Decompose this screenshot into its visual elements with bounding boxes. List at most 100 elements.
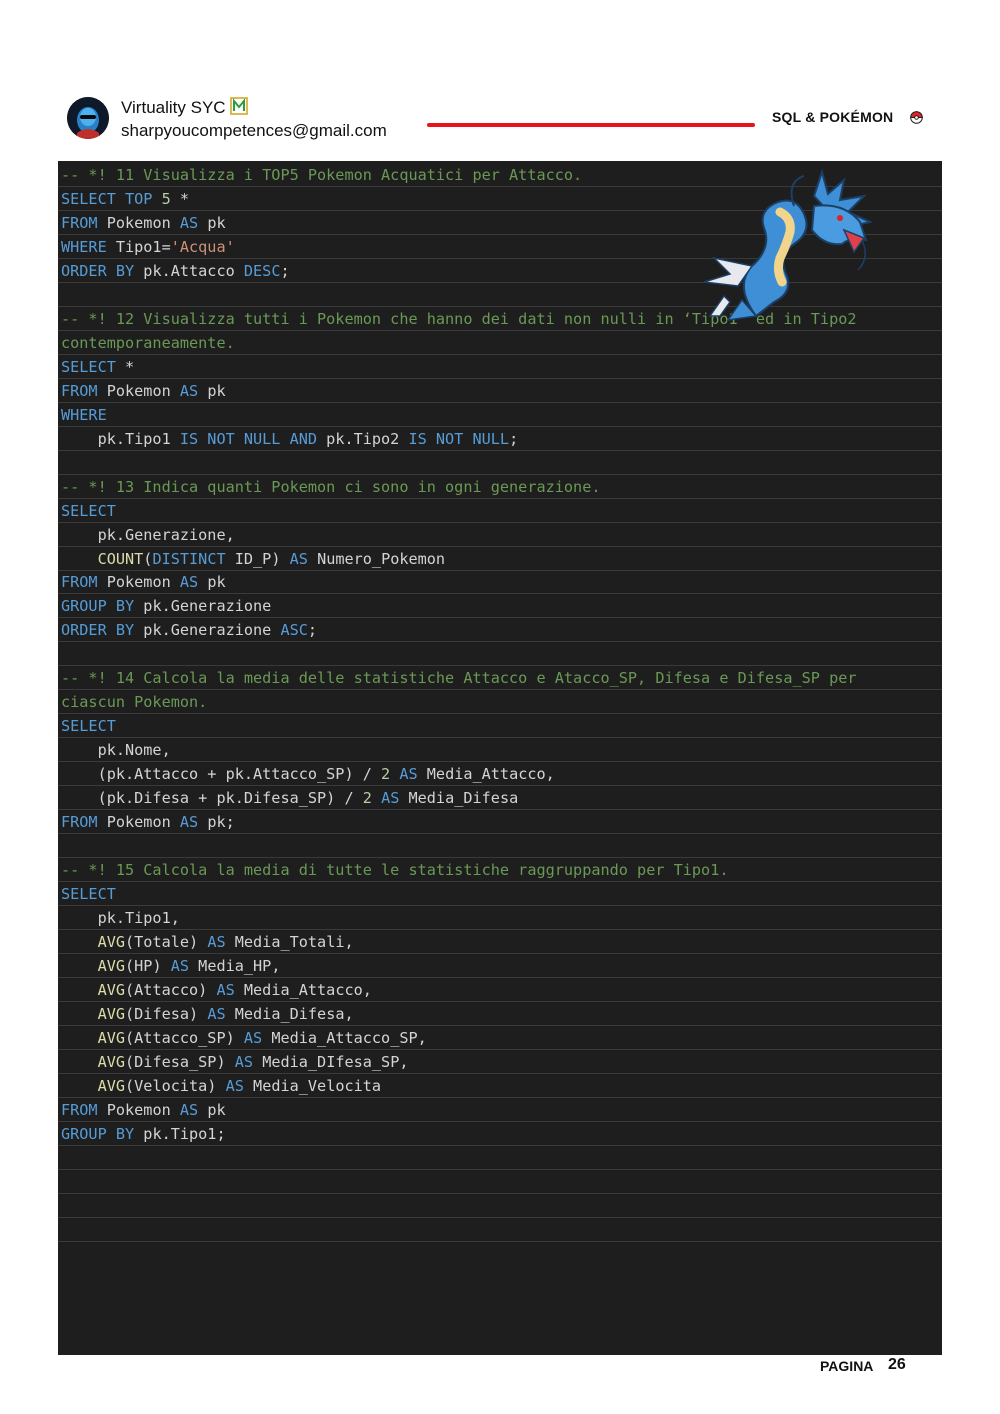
header-divider (427, 123, 755, 127)
code-token: AVG (97, 1028, 126, 1047)
code-token: FROM (61, 813, 98, 832)
code-line: pk.Nome, (58, 738, 942, 763)
code-token: AS (289, 549, 308, 568)
code-line: contemporaneamente. (58, 331, 942, 355)
code-token: AVG (97, 933, 126, 952)
code-line: -- *! 13 Indica quanti Pokemon ci sono i… (58, 475, 942, 499)
code-token: AS (179, 813, 199, 832)
code-token: Media_Difesa (399, 789, 519, 808)
page-label: PAGINA (820, 1358, 874, 1374)
code-token: SELECT (61, 885, 116, 904)
code-token: * (115, 357, 135, 376)
code-line: GROUP BY pk.Tipo1; (58, 1122, 942, 1146)
code-line-empty (58, 1194, 942, 1218)
code-token: SELECT TOP (61, 189, 153, 208)
code-token: -- *! 11 Visualizza i TOP5 Pokemon Acqua… (61, 166, 583, 184)
code-line: (pk.Difesa + pk.Difesa_SP) / 2 AS Media_… (58, 786, 942, 811)
code-token: FROM (61, 213, 98, 232)
code-token: pk.Tipo1, (61, 909, 180, 928)
code-token: Media_Difesa, (225, 1004, 354, 1023)
code-token: ciascun Pokemon. (61, 693, 208, 712)
code-token: AS (170, 957, 190, 975)
code-line-empty (58, 1218, 942, 1242)
code-token: pk (198, 573, 226, 592)
pokeball-icon (910, 111, 923, 129)
code-token: AS (179, 573, 199, 592)
code-token: SELECT (61, 357, 116, 376)
code-token: (Difesa) (125, 1004, 208, 1023)
code-line: SELECT (58, 882, 942, 907)
code-token: FROM (61, 381, 98, 400)
code-token: AVG (97, 1004, 126, 1023)
code-token: Pokemon (97, 573, 180, 592)
code-token: IS NOT NULL AND (179, 429, 318, 448)
document-title: SQL & POKÉMON (772, 109, 894, 125)
code-token: (Difesa_SP) (125, 1052, 235, 1071)
contact-email: sharpyoucompetences@gmail.com (121, 121, 387, 140)
code-line: (pk.Attacco + pk.Attacco_SP) / 2 AS Medi… (58, 762, 942, 787)
code-line: SELECT (58, 499, 942, 523)
code-token: ; (509, 429, 519, 448)
code-token: pk.Attacco (134, 261, 244, 280)
code-line: pk.Tipo1 IS NOT NULL AND pk.Tipo2 IS NOT… (58, 427, 942, 451)
code-token: Media_HP, (189, 957, 281, 975)
code-token: AS (399, 765, 418, 784)
code-block: -- *! 11 Visualizza i TOP5 Pokemon Acqua… (58, 161, 942, 1355)
code-token: 2 (362, 789, 372, 808)
code-line: WHERE (58, 403, 942, 427)
code-token: FROM (61, 573, 98, 592)
code-token: pk (198, 381, 226, 400)
code-token: (Attacco_SP) (125, 1028, 244, 1047)
code-line-empty (58, 642, 942, 667)
code-token: SELECT (61, 717, 116, 736)
code-token: AS (207, 933, 226, 952)
code-token: ORDER BY (61, 621, 135, 640)
code-token: -- *! 13 Indica quanti Pokemon ci sono i… (61, 477, 601, 496)
code-token: Media_Attacco, (234, 980, 372, 999)
code-line: AVG(Attacco_SP) AS Media_Attacco_SP, (58, 1026, 942, 1050)
code-token: pk.Nome, (61, 741, 171, 760)
code-token: (HP) (125, 957, 171, 975)
code-token: Tipo1= (106, 237, 171, 256)
code-token: Media_DIfesa_SP, (253, 1052, 409, 1071)
code-line-empty (58, 834, 942, 859)
code-line: AVG(Difesa_SP) AS Media_DIfesa_SP, (58, 1050, 942, 1074)
code-line: FROM Pokemon AS pk (58, 379, 942, 403)
code-line: ORDER BY pk.Generazione ASC; (58, 618, 942, 643)
code-line: -- *! 15 Calcola la media di tutte le st… (58, 858, 942, 883)
code-token: Media_Velocita (243, 1076, 382, 1095)
code-line-empty (58, 1146, 942, 1170)
avatar-icon (67, 97, 109, 139)
code-token: AVG (97, 980, 126, 999)
code-token: AVG (97, 1052, 126, 1071)
brand-name: Virtuality SYC (121, 98, 226, 117)
code-line: pk.Generazione, (58, 523, 942, 547)
code-token: WHERE (61, 405, 107, 424)
code-token: AS (225, 1076, 244, 1095)
code-token: DESC (243, 261, 281, 280)
code-line: -- *! 14 Calcola la media delle statisti… (58, 666, 942, 691)
gyarados-illustration (694, 166, 874, 324)
code-line: SELECT * (58, 355, 942, 379)
brand-name-row: Virtuality SYC (121, 97, 248, 120)
code-token: Media_Totali, (225, 933, 354, 952)
code-token: pk.Generazione, (61, 525, 235, 544)
code-line: SELECT (58, 714, 942, 739)
code-line-empty (58, 1170, 942, 1194)
code-token: GROUP BY (61, 1124, 135, 1143)
code-token: Media_Attacco, (417, 765, 555, 784)
code-token: pk; (198, 813, 235, 832)
code-token: pk.Tipo1; (134, 1124, 226, 1143)
code-line: FROM Pokemon AS pk (58, 1098, 942, 1122)
code-token: AVG (97, 1076, 126, 1095)
code-token: AVG (97, 957, 126, 975)
